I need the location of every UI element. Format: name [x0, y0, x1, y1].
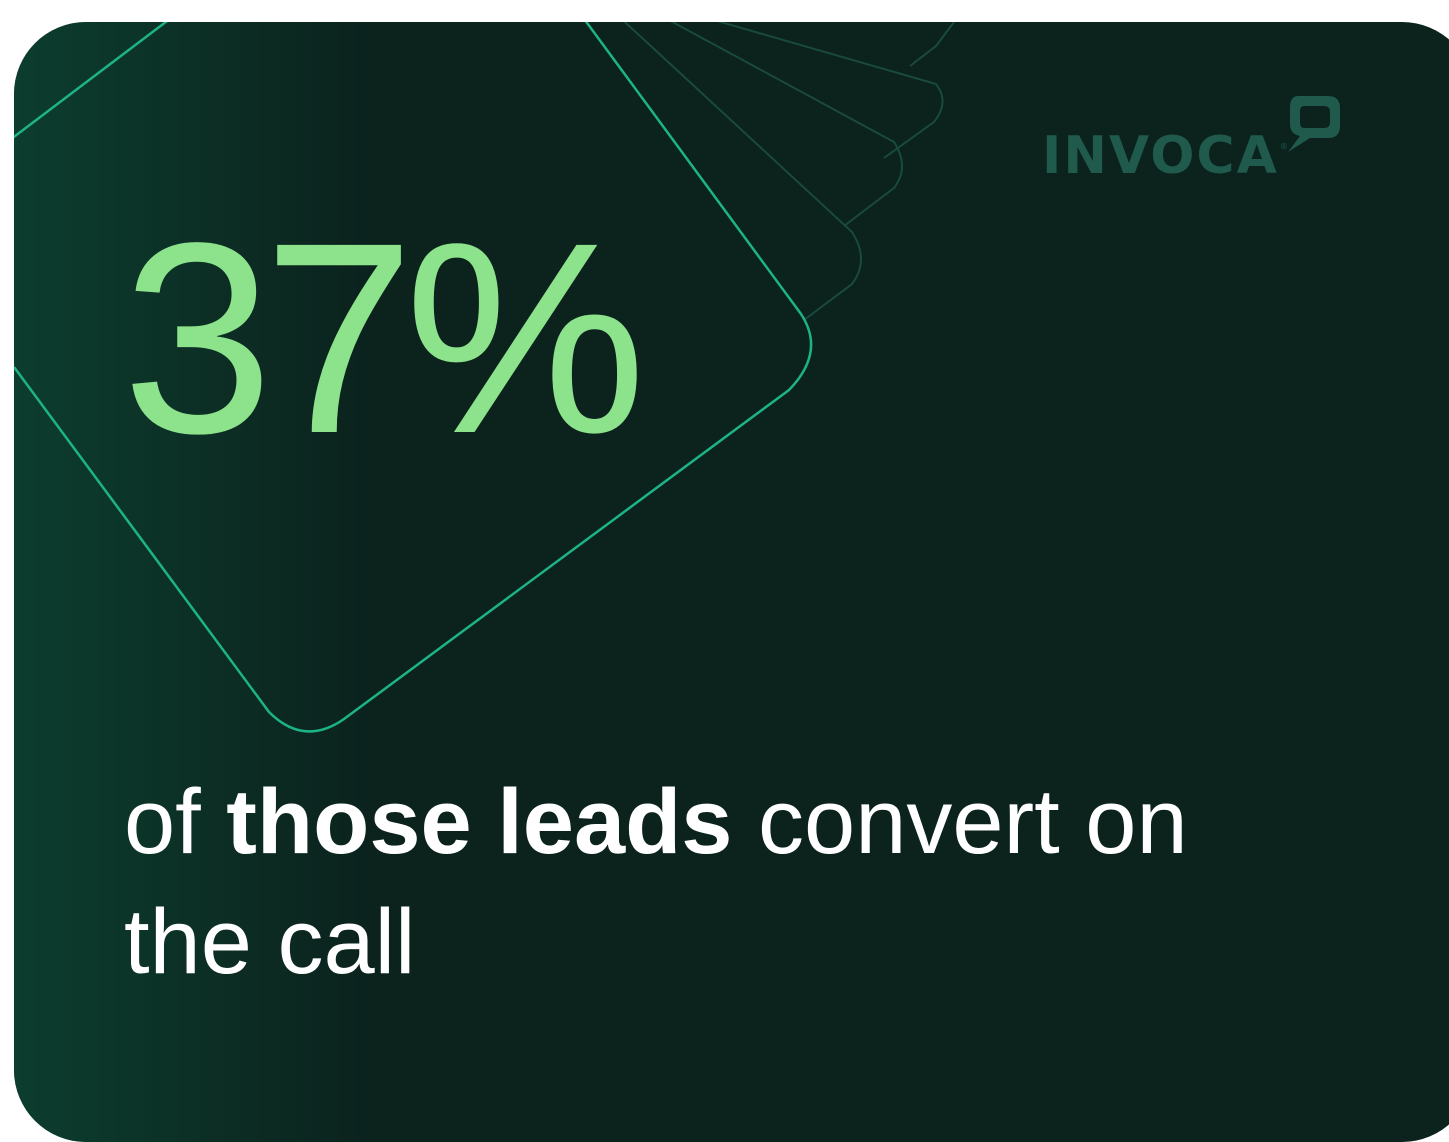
caption-emphasis: those leads [226, 771, 733, 873]
stacked-outlines [623, 22, 955, 321]
stat-card: INVOCA ® 37% of those leads convert on t… [14, 22, 1449, 1142]
stat-percentage: 37% [122, 186, 646, 490]
caption-line-two: the call [124, 891, 416, 993]
logo-wordmark: INVOCA [1042, 126, 1279, 186]
caption-suffix: convert on [732, 771, 1188, 873]
speech-bubble-icon [1287, 96, 1340, 152]
caption-prefix: of [124, 771, 227, 873]
invoca-logo: INVOCA ® [1042, 90, 1344, 182]
stat-caption: of those leads convert on the call [124, 762, 1324, 1002]
